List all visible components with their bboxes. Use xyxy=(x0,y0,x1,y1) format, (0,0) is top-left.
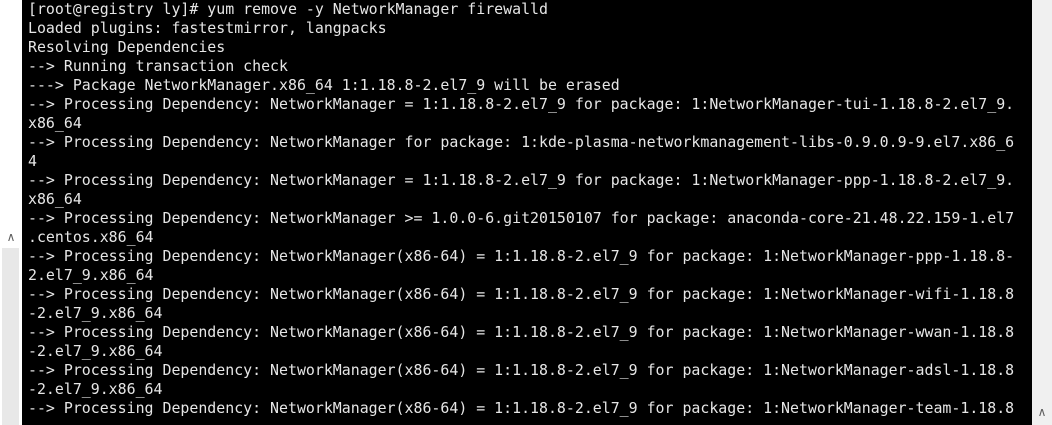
terminal-line: --> Processing Dependency: NetworkManage… xyxy=(28,247,1015,265)
terminal-lines: [root@registry ly]# yum remove -y Networ… xyxy=(22,0,1032,418)
terminal-line: Loaded plugins: fastestmirror, langpacks xyxy=(28,19,387,37)
terminal-line: --> Processing Dependency: NetworkManage… xyxy=(28,133,1015,151)
terminal-line: 2.el7_9.x86_64 xyxy=(28,266,154,284)
terminal-line: --> Processing Dependency: NetworkManage… xyxy=(28,399,1015,417)
terminal-line: -2.el7_9.x86_64 xyxy=(28,342,163,360)
terminal-line: -2.el7_9.x86_64 xyxy=(28,380,163,398)
terminal-line: --> Running transaction check xyxy=(28,57,288,75)
terminal-line: .centos.x86_64 xyxy=(28,228,154,246)
terminal-line: Resolving Dependencies xyxy=(28,38,226,56)
scrollbar-track[interactable] xyxy=(2,248,19,425)
terminal-line: ---> Package NetworkManager.x86_64 1:1.1… xyxy=(28,76,620,94)
terminal-line: --> Processing Dependency: NetworkManage… xyxy=(28,95,1015,113)
terminal-line: 4 xyxy=(28,152,37,170)
right-scrollbar[interactable]: ∧ xyxy=(1032,0,1052,425)
chevron-up-icon[interactable]: ∧ xyxy=(3,229,19,245)
terminal-line: --> Processing Dependency: NetworkManage… xyxy=(28,171,1015,189)
terminal-line: --> Processing Dependency: NetworkManage… xyxy=(28,209,1015,227)
left-scrollbar[interactable]: ∧ xyxy=(0,0,22,425)
terminal-line: --> Processing Dependency: NetworkManage… xyxy=(28,361,1015,379)
terminal-line: --> Processing Dependency: NetworkManage… xyxy=(28,323,1015,341)
chevron-up-icon[interactable]: ∧ xyxy=(1034,404,1050,420)
terminal-line: --> Processing Dependency: NetworkManage… xyxy=(28,285,1015,303)
terminal-line: x86_64 xyxy=(28,190,82,208)
terminal-line: x86_64 xyxy=(28,114,82,132)
terminal-window: ∧ [root@registry ly]# yum remove -y Netw… xyxy=(0,0,1052,425)
terminal-line: -2.el7_9.x86_64 xyxy=(28,304,163,322)
terminal-output[interactable]: [root@registry ly]# yum remove -y Networ… xyxy=(22,0,1032,425)
terminal-line: [root@registry ly]# yum remove -y Networ… xyxy=(28,0,548,18)
